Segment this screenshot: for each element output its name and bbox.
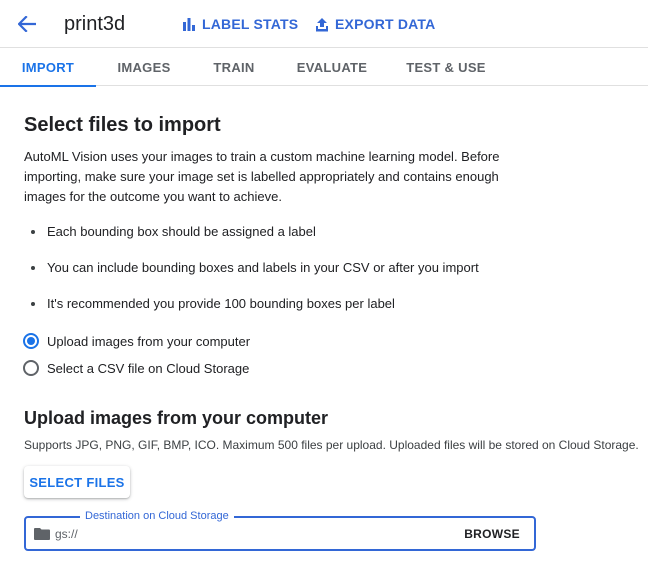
bullet-dot [31, 266, 35, 270]
browse-button[interactable]: BROWSE [464, 525, 520, 543]
tab-evaluate-label: EVALUATE [296, 60, 368, 75]
tab-import[interactable]: IMPORT [0, 49, 96, 87]
label-stats-label: LABEL STATS [202, 16, 299, 32]
top-bar: print3d LABEL STATS EXPORT DATA [0, 0, 648, 48]
label-stats-button[interactable]: LABEL STATS [182, 15, 298, 33]
back-button[interactable] [14, 12, 40, 36]
arrow-back-icon [18, 16, 36, 32]
tab-test-use-label: TEST & USE [406, 60, 486, 75]
destination-input[interactable] [55, 525, 435, 543]
option-csv-cloud-storage[interactable]: Select a CSV file on Cloud Storage [23, 358, 249, 378]
active-tab-indicator [0, 85, 96, 87]
intro-text: AutoML Vision uses your images to train … [24, 149, 500, 204]
destination-label: Destination on Cloud Storage [80, 509, 234, 523]
bullet-text: It's recommended you provide 100 boundin… [47, 296, 395, 311]
bullet-dot [31, 302, 35, 306]
tab-images[interactable]: IMAGES [96, 49, 192, 86]
tab-test-use[interactable]: TEST & USE [394, 49, 498, 86]
option-upload-from-computer[interactable]: Upload images from your computer [23, 331, 250, 351]
list-item: It's recommended you provide 100 boundin… [31, 295, 395, 313]
upload-icon [316, 17, 328, 31]
list-item: You can include bounding boxes and label… [31, 259, 479, 277]
list-item: Each bounding box should be assigned a l… [31, 223, 316, 241]
tab-bar: IMPORT IMAGES TRAIN EVALUATE TEST & USE [0, 49, 648, 87]
tab-train[interactable]: TRAIN [186, 49, 282, 86]
tab-train-label: TRAIN [213, 60, 255, 75]
page-title: Select files to import [24, 114, 221, 136]
upload-heading: Upload images from your computer [24, 408, 329, 428]
select-files-button[interactable]: SELECT FILES [24, 466, 130, 498]
radio-button[interactable] [23, 360, 39, 376]
bullet-text: You can include bounding boxes and label… [47, 260, 479, 275]
radio-button-checked[interactable] [23, 333, 39, 349]
dataset-title: print3d [64, 13, 126, 35]
bullet-text: Each bounding box should be assigned a l… [47, 224, 316, 239]
tab-images-label: IMAGES [117, 60, 171, 75]
supported-formats-text: Supports JPG, PNG, GIF, BMP, ICO. Maximu… [24, 438, 639, 452]
option-label: Select a CSV file on Cloud Storage [47, 360, 250, 376]
export-data-button[interactable]: EXPORT DATA [315, 15, 435, 33]
destination-field[interactable]: Destination on Cloud Storage BROWSE [24, 509, 536, 551]
tab-evaluate[interactable]: EVALUATE [279, 49, 385, 86]
option-label: Upload images from your computer [47, 333, 251, 349]
tab-import-label: IMPORT [21, 60, 75, 75]
bullet-dot [31, 230, 35, 234]
bar-chart-icon [183, 18, 195, 31]
folder-icon [34, 528, 50, 540]
export-data-label: EXPORT DATA [335, 16, 436, 32]
